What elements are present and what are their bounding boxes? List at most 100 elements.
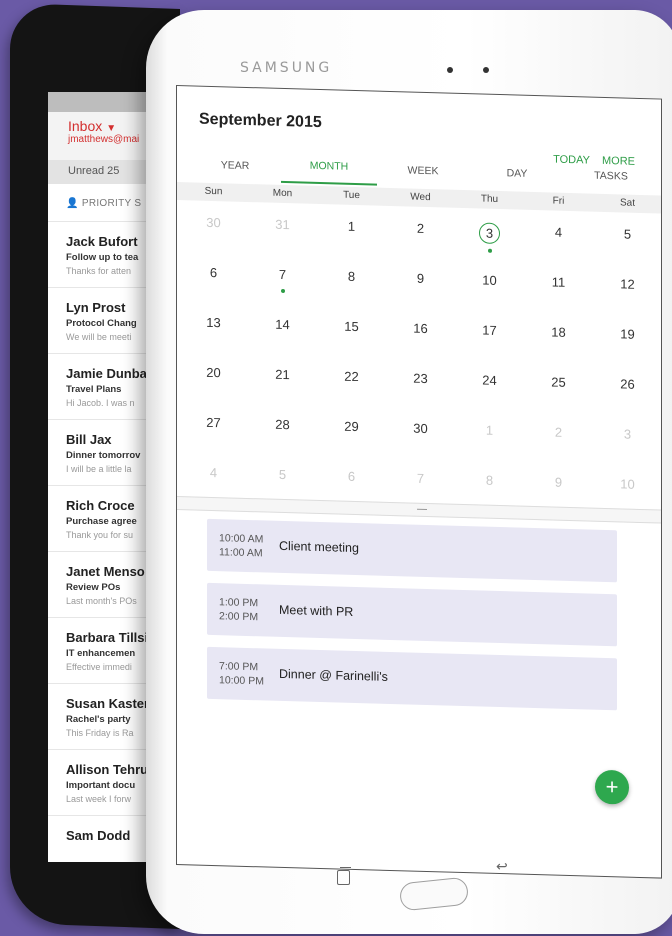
day-cell[interactable]: 10 [455,272,524,289]
weekday-sun: Sun [204,185,223,198]
tab-day[interactable]: DAY [469,166,565,181]
day-cell[interactable]: 6 [317,468,386,485]
day-cell[interactable]: 2 [386,220,455,237]
day-number: 7 [278,266,287,283]
recent-apps-icon[interactable] [337,867,351,885]
event-dot-icon [487,248,492,253]
tab-year[interactable]: YEAR [187,158,283,173]
day-cell[interactable]: 4 [179,464,248,481]
day-cell[interactable]: 7 [248,266,317,283]
day-cell[interactable]: 13 [179,314,248,331]
event-title: Dinner @ Farinelli's [279,666,388,684]
weekday-tue: Tue [343,189,360,202]
weekday-fri: Fri [552,195,565,207]
day-number: 4 [209,464,218,481]
weekday-mon: Mon [272,187,293,200]
day-cell[interactable]: 19 [593,326,662,343]
day-cell[interactable]: 23 [386,370,455,387]
sensor-icon [483,67,489,73]
day-cell[interactable]: 3 [593,426,662,443]
day-cell[interactable]: 9 [386,270,455,287]
dropdown-caret-icon: ▼ [106,123,117,134]
camera-icon [447,67,453,73]
day-cell[interactable]: 3 [455,222,524,245]
event-times: 10:00 AM 11:00 AM [219,531,263,560]
day-cell[interactable]: 21 [248,366,317,383]
event-dot-icon [280,288,285,294]
day-number: 14 [275,316,290,333]
day-number: 16 [413,320,428,337]
day-number: 3 [623,426,632,442]
day-number: 25 [551,374,566,390]
day-cell[interactable]: 2 [524,424,593,441]
day-number: 4 [554,224,563,240]
day-number: 19 [620,326,635,342]
day-number: 13 [206,314,221,331]
day-cell[interactable]: 29 [317,418,386,435]
add-event-button[interactable]: + [595,769,629,805]
day-cell[interactable]: 9 [524,474,593,491]
day-cell[interactable]: 10 [593,476,662,493]
event-end-time: 11:00 AM [219,546,263,560]
inbox-title-label: Inbox [68,118,103,134]
tab-week[interactable]: WEEK [375,164,471,179]
day-cell[interactable]: 26 [593,376,662,393]
priority-label: PRIORITY S [81,198,142,209]
event-card[interactable]: 7:00 PM 10:00 PM Dinner @ Farinelli's [207,646,617,711]
event-end-time: 10:00 PM [219,674,264,688]
day-cell[interactable]: 7 [386,470,455,487]
day-cell[interactable]: 11 [524,274,593,291]
day-cell[interactable]: 17 [455,322,524,339]
today-indicator: 3 [479,222,500,245]
day-number: 6 [347,468,356,485]
today-button[interactable]: TODAY [553,154,590,167]
calendar-screen: September 2015 TODAY MORE YEAR MONTH WEEK DA… [176,85,662,879]
event-start-time: 1:00 PM [219,596,259,610]
day-cell[interactable]: 12 [593,276,662,293]
day-number: 15 [344,318,359,335]
day-cell[interactable]: 8 [317,268,386,285]
day-cell[interactable]: 1 [455,422,524,439]
day-cell[interactable]: 5 [248,466,317,483]
day-cell[interactable]: 1 [317,218,386,235]
drag-handle-icon [417,508,427,511]
day-number: 10 [482,272,497,288]
day-cell[interactable]: 22 [317,368,386,385]
day-cell[interactable]: 25 [524,374,593,391]
day-number: 17 [482,322,497,338]
day-number: 1 [485,422,494,438]
day-cell[interactable]: 18 [524,324,593,341]
day-number: 12 [620,276,635,292]
day-number: 30 [413,420,428,437]
day-number: 7 [416,470,425,486]
more-button[interactable]: MORE [602,155,635,168]
day-cell[interactable]: 31 [248,216,317,233]
day-number: 9 [416,270,425,286]
day-number: 23 [413,370,428,387]
day-cell[interactable]: 28 [248,416,317,433]
back-icon[interactable]: ↩ [496,858,508,875]
event-card[interactable]: 10:00 AM 11:00 AM Client meeting [207,518,617,583]
day-cell[interactable]: 14 [248,316,317,333]
day-number: 9 [554,474,563,490]
day-cell[interactable]: 4 [524,224,593,241]
tab-month[interactable]: MONTH [281,159,377,174]
event-start-time: 7:00 PM [219,660,259,674]
day-cell[interactable]: 6 [179,264,248,281]
weekday-sat: Sat [619,197,635,209]
day-number: 10 [620,476,635,492]
day-cell[interactable]: 27 [179,414,248,431]
day-cell[interactable]: 15 [317,318,386,335]
event-card[interactable]: 1:00 PM 2:00 PM Meet with PR [207,582,617,647]
day-cell[interactable]: 20 [179,364,248,381]
event-end-time: 2:00 PM [219,610,259,624]
day-cell[interactable]: 30 [179,214,248,231]
day-cell[interactable]: 16 [386,320,455,337]
day-cell[interactable]: 8 [455,472,524,489]
day-number: 11 [551,274,566,290]
day-cell[interactable]: 5 [593,226,662,243]
day-number: 21 [275,366,290,383]
day-cell[interactable]: 30 [386,420,455,437]
tab-tasks[interactable]: TASKS [563,169,659,184]
day-cell[interactable]: 24 [455,372,524,389]
